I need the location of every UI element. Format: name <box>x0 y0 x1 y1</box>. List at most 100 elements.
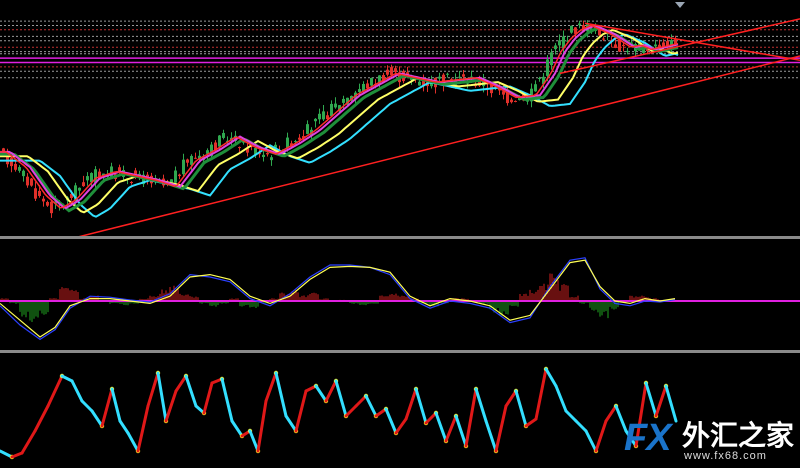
candle-body <box>602 38 605 40</box>
candle-body <box>322 111 325 120</box>
candle-body <box>578 23 581 26</box>
oscillator-segment <box>444 414 458 443</box>
oscillator-segment <box>90 409 104 428</box>
candle-body <box>306 124 309 134</box>
candle-body <box>218 135 221 147</box>
oscillator-segment <box>564 409 578 423</box>
candle-body <box>538 78 541 80</box>
oscillator-segment <box>384 407 398 435</box>
candle-body <box>22 170 25 177</box>
oscillator-segment <box>364 394 378 418</box>
candle-body <box>626 50 629 53</box>
oscillator-segment <box>554 384 568 413</box>
oscillator-segment <box>220 377 234 423</box>
candle-body <box>194 157 197 159</box>
oscillator-segment <box>404 387 418 421</box>
candle-body <box>386 69 389 75</box>
candle-body <box>182 159 185 175</box>
candle-body <box>178 174 181 177</box>
moving-average-green <box>0 26 679 213</box>
oscillator-segment <box>594 419 608 453</box>
candle-body <box>358 89 361 93</box>
candle-body <box>318 113 321 120</box>
candle-body <box>30 178 33 186</box>
candle-body <box>130 181 133 184</box>
candle-body <box>38 190 41 196</box>
oscillator-segment <box>80 399 94 413</box>
candle-body <box>446 73 449 75</box>
oscillator-segment <box>654 384 668 418</box>
oscillator-segment <box>100 387 114 428</box>
candle-body <box>654 44 657 47</box>
oscillator-segment <box>60 374 74 383</box>
macd-pane[interactable] <box>0 239 800 350</box>
candle-body <box>186 159 189 163</box>
candle-body <box>534 84 537 92</box>
candle-body <box>34 188 37 199</box>
oscillator-segment <box>434 411 448 443</box>
candle-body <box>78 187 81 191</box>
candle-body <box>342 98 345 103</box>
candle-body <box>222 132 225 138</box>
candle-body <box>394 68 397 73</box>
candle-body <box>190 155 193 165</box>
oscillator-segment <box>484 419 498 453</box>
oscillator-segment <box>284 414 298 433</box>
oscillator-segment <box>574 419 588 433</box>
oscillator-segment <box>184 374 198 408</box>
oscillator-segment <box>46 374 64 408</box>
oscillator-segment <box>494 404 508 453</box>
watermark: FX 外汇之家 www.fx68.com <box>624 418 796 464</box>
oscillator-segment <box>464 387 478 448</box>
candle-body <box>510 99 513 103</box>
oscillator-segment <box>146 371 160 408</box>
candle-body <box>42 198 45 202</box>
price-chart-pane[interactable] <box>0 0 800 236</box>
candle-body <box>554 45 557 50</box>
oscillator-segment <box>394 417 408 435</box>
candle-body <box>558 40 561 46</box>
candle-body <box>370 77 373 86</box>
candle-body <box>622 44 625 46</box>
moving-average-red <box>0 24 679 209</box>
oscillator-segment <box>126 431 140 453</box>
candle-body <box>82 182 85 187</box>
oscillator-segment <box>504 389 518 408</box>
chart-shift-marker-icon[interactable] <box>675 2 685 8</box>
watermark-logo: FX <box>624 417 672 459</box>
oscillator-segment <box>156 371 168 423</box>
candle-body <box>330 103 333 116</box>
oscillator-segment <box>644 381 658 418</box>
oscillator-segment <box>314 384 328 403</box>
candle-body <box>570 25 573 33</box>
oscillator-segment <box>164 389 178 423</box>
candle-body <box>366 83 369 89</box>
oscillator-segment <box>110 387 122 423</box>
oscillator-segment <box>202 381 214 415</box>
candle-body <box>462 74 465 77</box>
oscillator-segment <box>248 429 260 453</box>
oscillator-segment <box>294 389 308 433</box>
oscillator-segment <box>20 429 37 455</box>
candle-body <box>46 202 49 206</box>
candle-body <box>174 170 177 183</box>
candle-body <box>50 201 53 214</box>
oscillator-segment <box>474 387 488 423</box>
candle-body <box>418 81 421 86</box>
trendline <box>584 22 800 62</box>
candle-body <box>314 118 317 122</box>
candle-body <box>86 176 89 181</box>
candle-body <box>458 76 461 78</box>
candle-body <box>270 157 273 161</box>
oscillator-segment <box>514 389 528 428</box>
oscillator-segment <box>664 384 678 423</box>
oscillator-segment <box>414 387 428 425</box>
oscillator-segment <box>70 379 84 403</box>
oscillator-segment <box>10 451 24 459</box>
candle-body <box>26 176 29 186</box>
oscillator-segment <box>174 374 188 393</box>
oscillator-segment <box>274 371 288 418</box>
candle-body <box>18 167 21 171</box>
oscillator-segment <box>256 399 268 453</box>
candle-body <box>14 163 17 170</box>
